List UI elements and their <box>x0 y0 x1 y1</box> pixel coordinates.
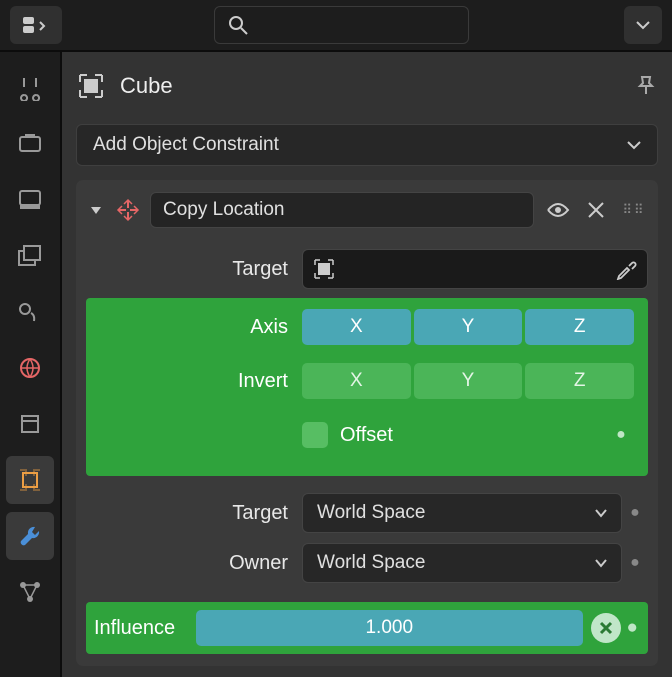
add-constraint-dropdown[interactable]: Add Object Constraint <box>76 124 658 166</box>
pin-icon <box>634 74 658 98</box>
tab-data[interactable] <box>6 568 54 616</box>
tab-object[interactable] <box>6 400 54 448</box>
owner-space-select[interactable]: World Space <box>302 543 622 583</box>
tab-world[interactable] <box>6 344 54 392</box>
influence-row: Influence 1.000 ● <box>86 602 648 654</box>
influence-label: Influence <box>86 617 196 640</box>
constraint-panel: Copy Location ⠿⠿ Target <box>76 180 658 666</box>
editor-type-button[interactable] <box>10 6 62 44</box>
object-name: Cube <box>120 73 173 99</box>
target-space-row: Target World Space ● <box>86 492 648 534</box>
chevron-down-icon <box>627 140 641 150</box>
constraint-name-input[interactable]: Copy Location <box>150 192 534 228</box>
delete-constraint-button[interactable] <box>582 201 610 219</box>
axis-group: Axis X Y Z Invert X Y <box>86 298 648 476</box>
anim-dot[interactable]: ● <box>608 426 634 444</box>
search-icon <box>227 14 249 36</box>
drag-handle[interactable]: ⠿⠿ <box>620 202 648 218</box>
chevron-down-icon <box>595 509 607 518</box>
invert-label: Invert <box>86 370 302 393</box>
tab-constraints[interactable] <box>6 512 54 560</box>
tab-tool[interactable] <box>6 64 54 112</box>
eyedropper-icon <box>615 258 637 280</box>
axis-x-toggle[interactable]: X <box>302 309 411 345</box>
axis-y-toggle[interactable]: Y <box>414 309 523 345</box>
influence-slider[interactable]: 1.000 <box>196 610 583 646</box>
top-bar <box>0 0 672 52</box>
chevron-down-icon <box>595 559 607 568</box>
mute-toggle[interactable] <box>544 198 572 222</box>
chevron-down-icon <box>636 20 650 30</box>
search-input[interactable] <box>214 6 469 44</box>
copy-location-icon <box>116 198 140 222</box>
axis-label: Axis <box>86 316 302 339</box>
tab-output[interactable] <box>6 176 54 224</box>
x-circle-icon <box>598 620 614 636</box>
constraint-header: Copy Location ⠿⠿ <box>86 190 648 230</box>
options-menu-button[interactable] <box>624 6 662 44</box>
anim-dot[interactable]: ● <box>627 617 638 639</box>
tab-render[interactable] <box>6 120 54 168</box>
offset-checkbox[interactable] <box>302 422 328 448</box>
pin-button[interactable] <box>634 74 658 98</box>
tab-physics[interactable] <box>6 456 54 504</box>
close-icon <box>587 201 605 219</box>
object-icon <box>76 71 106 101</box>
offset-label: Offset <box>340 424 393 447</box>
target-space-label: Target <box>86 502 302 525</box>
tab-view-layer[interactable] <box>6 232 54 280</box>
invert-z-toggle[interactable]: Z <box>525 363 634 399</box>
triangle-down-icon <box>89 203 103 217</box>
invert-x-toggle[interactable]: X <box>302 363 411 399</box>
owner-space-label: Owner <box>86 552 302 575</box>
object-header: Cube <box>76 62 658 110</box>
anim-dot[interactable]: ● <box>622 554 648 572</box>
owner-space-row: Owner World Space ● <box>86 542 648 584</box>
target-object-field[interactable] <box>302 249 648 289</box>
invert-y-toggle[interactable]: Y <box>414 363 523 399</box>
collapse-toggle[interactable] <box>86 203 106 217</box>
eyedropper-button[interactable] <box>615 258 637 280</box>
object-data-icon <box>313 258 335 280</box>
axis-z-toggle[interactable]: Z <box>525 309 634 345</box>
target-label: Target <box>86 258 302 281</box>
properties-tab-rail <box>0 52 62 677</box>
tab-scene[interactable] <box>6 288 54 336</box>
anim-dot[interactable]: ● <box>622 504 648 522</box>
eye-icon <box>546 198 570 222</box>
target-row: Target <box>86 248 648 290</box>
add-constraint-label: Add Object Constraint <box>93 134 279 156</box>
properties-content: Cube Add Object Constraint Copy Location <box>62 52 672 677</box>
disable-influence-button[interactable] <box>591 613 621 643</box>
target-space-select[interactable]: World Space <box>302 493 622 533</box>
